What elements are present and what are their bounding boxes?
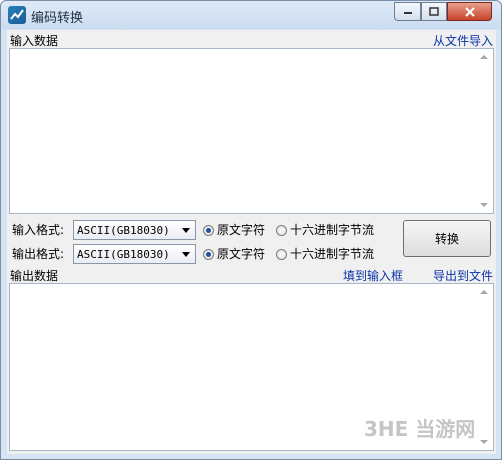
export-to-file-link[interactable]: 导出到文件 [433, 267, 493, 284]
maximize-button[interactable] [421, 2, 447, 21]
input-radio-original-label[interactable]: 原文字符 [217, 221, 265, 238]
dropdown-arrow-icon [182, 228, 190, 233]
input-format-select[interactable]: ASCII(GB18030) [73, 220, 196, 240]
input-format-value: ASCII(GB18030) [77, 223, 170, 237]
output-radio-original[interactable] [203, 249, 214, 260]
output-radio-hex[interactable] [276, 249, 287, 260]
output-radio-original-label[interactable]: 原文字符 [217, 245, 265, 262]
title-bar[interactable]: 编码转换 [1, 1, 501, 29]
input-radio-hex[interactable] [276, 225, 287, 236]
client-area: 输入数据 从文件导入 输入格式: ASCII(GB18030) 原文字符 十六进… [7, 30, 496, 454]
window: 编码转换 输入数据 从文件导入 输入格式: ASCII(GB18030) 原文字… [0, 0, 502, 460]
output-radio-hex-label[interactable]: 十六进制字节流 [290, 245, 374, 262]
close-button[interactable] [447, 2, 492, 21]
input-radio-original[interactable] [203, 225, 214, 236]
dropdown-arrow-icon [182, 252, 190, 257]
fill-input-link[interactable]: 填到输入框 [343, 267, 403, 284]
input-data-label: 输入数据 [10, 34, 59, 48]
convert-button[interactable]: 转换 [403, 220, 491, 257]
import-from-file-link[interactable]: 从文件导入 [433, 32, 493, 49]
scroll-up-arrow-icon[interactable] [480, 55, 488, 59]
close-icon [464, 6, 475, 17]
minimize-button[interactable] [394, 2, 421, 21]
output-scrollbar[interactable] [476, 284, 493, 450]
output-format-label: 输出格式: [12, 247, 65, 261]
output-format-select[interactable]: ASCII(GB18030) [73, 244, 196, 264]
input-format-label: 输入格式: [12, 223, 65, 237]
app-icon [8, 6, 26, 24]
scroll-down-arrow-icon[interactable] [480, 203, 488, 207]
watermark: 3HE 当游网 [364, 417, 476, 441]
input-radio-hex-label[interactable]: 十六进制字节流 [290, 221, 374, 238]
minimize-icon [403, 11, 412, 14]
window-title: 编码转换 [31, 11, 84, 26]
scroll-up-arrow-icon[interactable] [480, 290, 488, 294]
input-textarea[interactable] [9, 48, 494, 214]
maximize-icon [429, 7, 439, 16]
output-format-value: ASCII(GB18030) [77, 247, 170, 261]
input-scrollbar[interactable] [476, 49, 493, 213]
output-data-label: 输出数据 [10, 269, 59, 283]
scroll-down-arrow-icon[interactable] [480, 440, 488, 444]
